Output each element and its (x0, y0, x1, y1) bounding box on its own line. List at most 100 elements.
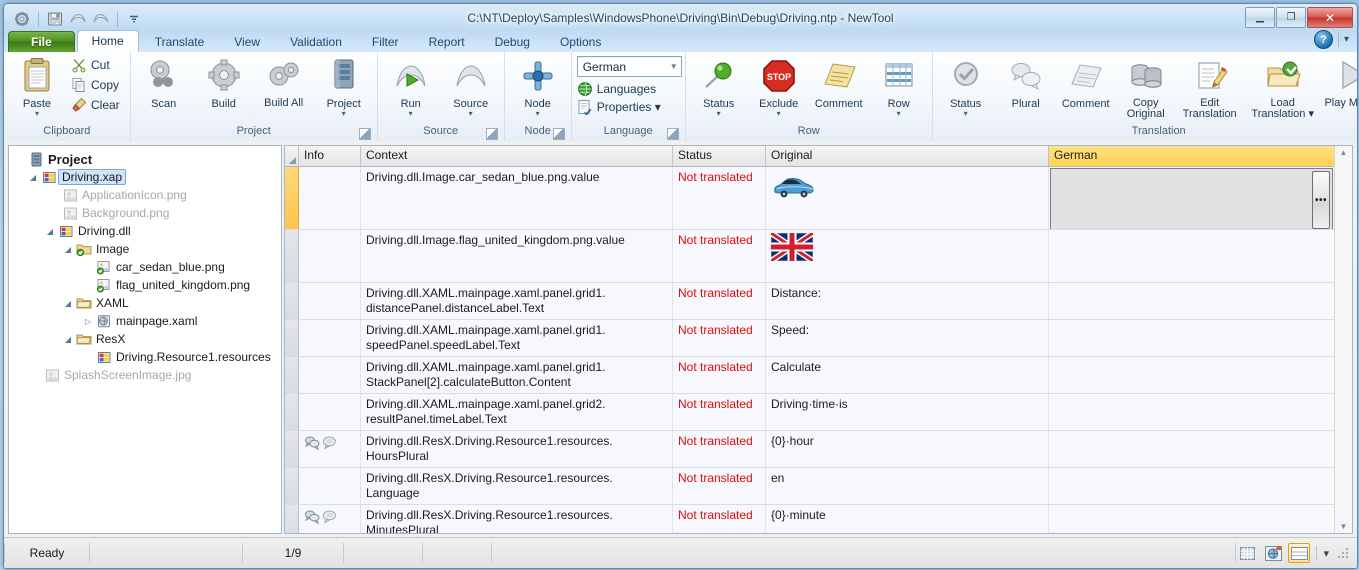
row-selector[interactable] (285, 468, 299, 504)
minimize-button[interactable]: ▁ (1245, 7, 1275, 28)
tree-node-project[interactable]: Project (13, 150, 281, 168)
close-button[interactable]: ✕ (1307, 7, 1353, 28)
grid-vertical-scrollbar[interactable]: ▲ ▼ (1334, 146, 1352, 533)
tree-node-background[interactable]: Background.png (13, 204, 281, 222)
row-german-cell[interactable] (1049, 431, 1334, 467)
row-german-cell[interactable]: ••• (1049, 167, 1334, 229)
german-edit-cell[interactable]: ••• (1050, 168, 1333, 229)
row-german-cell[interactable] (1049, 468, 1334, 504)
column-header-status[interactable]: Status (673, 146, 766, 166)
redo-icon[interactable] (91, 9, 111, 29)
column-header-info[interactable]: Info (299, 146, 361, 166)
tree-node-image-folder[interactable]: ◢ Image (13, 240, 281, 258)
tab-home[interactable]: Home (76, 30, 139, 52)
row-german-cell[interactable] (1049, 320, 1334, 356)
properties-button[interactable]: Properties ▾ (575, 98, 666, 116)
row-german-cell[interactable] (1049, 283, 1334, 319)
row-selector[interactable] (285, 431, 299, 467)
scan-button[interactable]: Scan (134, 54, 194, 110)
table-row[interactable]: Driving.dll.XAML.mainpage.xaml.panel.gri… (285, 357, 1334, 394)
run-button[interactable]: Run ▾ (381, 54, 441, 118)
open-editor-button[interactable]: ••• (1312, 171, 1330, 229)
translation-status-button[interactable]: Status ▾ (936, 54, 996, 118)
tab-report[interactable]: Report (415, 32, 479, 52)
source-button[interactable]: Source ▾ (441, 54, 501, 118)
row-caret[interactable]: ▾ (897, 110, 901, 118)
grid-select-all-corner[interactable] (285, 146, 299, 166)
source-dialog-launcher[interactable] (485, 128, 498, 140)
row-selector[interactable] (285, 394, 299, 430)
column-header-original[interactable]: Original (766, 146, 1049, 166)
node-dialog-launcher[interactable] (552, 128, 565, 140)
run-caret[interactable]: ▾ (409, 110, 413, 118)
row-german-cell[interactable] (1049, 357, 1334, 393)
paste-caret[interactable]: ▾ (35, 110, 39, 118)
undo-icon[interactable] (68, 9, 88, 29)
web-view-button[interactable] (1262, 543, 1284, 563)
row-comment-button[interactable]: Comment (809, 54, 869, 110)
app-menu-icon[interactable] (12, 9, 32, 29)
project-dialog-launcher[interactable] (358, 128, 371, 140)
build-all-button[interactable]: Build All (254, 54, 314, 109)
row-selector[interactable] (285, 320, 299, 356)
paste-button[interactable]: Paste ▾ (7, 54, 67, 118)
table-row[interactable]: Driving.dll.XAML.mainpage.xaml.panel.gri… (285, 394, 1334, 431)
tab-debug[interactable]: Debug (481, 32, 544, 52)
tree-node-flag-uk[interactable]: flag_united_kingdom.png (13, 276, 281, 294)
table-row[interactable]: Driving.dll.ResX.Driving.Resource1.resou… (285, 505, 1334, 533)
language-combo[interactable]: German ▼ (576, 56, 682, 77)
table-row[interactable]: Driving.dll.Image.car_sedan_blue.png.val… (285, 167, 1334, 230)
row-german-cell[interactable] (1049, 505, 1334, 533)
column-header-german[interactable]: German (1049, 146, 1334, 166)
tree-node-car-sedan[interactable]: car_sedan_blue.png (13, 258, 281, 276)
table-row[interactable]: Driving.dll.ResX.Driving.Resource1.resou… (285, 468, 1334, 505)
row-status-button[interactable]: Status ▾ (689, 54, 749, 118)
source-caret[interactable]: ▾ (469, 110, 473, 118)
row-selector[interactable] (285, 230, 299, 282)
row-button[interactable]: Row ▾ (869, 54, 929, 118)
resize-grip[interactable] (1337, 547, 1349, 559)
tree-node-driving-dll[interactable]: ◢ Driving.dll (13, 222, 281, 240)
tree-node-resources[interactable]: Driving.Resource1.resources (13, 348, 281, 366)
tab-options[interactable]: Options (546, 32, 615, 52)
tree-expander-xaml[interactable]: ◢ (61, 299, 75, 308)
tree-expander-image[interactable]: ◢ (61, 245, 75, 254)
node-caret[interactable]: ▾ (536, 110, 540, 118)
status-overflow-icon[interactable]: ▾ (1323, 547, 1329, 560)
project-button[interactable]: Project ▾ (314, 54, 374, 118)
exclude-caret[interactable]: ▾ (777, 110, 781, 118)
column-header-context[interactable]: Context (361, 146, 673, 166)
restore-button[interactable]: ❐ (1276, 7, 1306, 28)
copy-original-button[interactable]: Copy Original (1116, 54, 1176, 120)
help-icon[interactable]: ? (1313, 30, 1333, 49)
tree-expander-dll[interactable]: ◢ (43, 227, 57, 236)
table-row[interactable]: Driving.dll.XAML.mainpage.xaml.panel.gri… (285, 320, 1334, 357)
row-selector[interactable] (285, 505, 299, 533)
table-row[interactable]: Driving.dll.ResX.Driving.Resource1.resou… (285, 431, 1334, 468)
row-german-cell[interactable] (1049, 394, 1334, 430)
save-icon[interactable] (45, 9, 65, 29)
translation-status-caret[interactable]: ▾ (964, 110, 968, 118)
language-dialog-launcher[interactable] (666, 128, 679, 140)
row-selector[interactable] (285, 283, 299, 319)
tab-validation[interactable]: Validation (276, 32, 356, 52)
project-caret[interactable]: ▾ (342, 110, 346, 118)
row-german-cell[interactable] (1049, 230, 1334, 282)
tree-expander-mainpage[interactable]: ▷ (81, 317, 95, 326)
plural-button[interactable]: Plural (996, 54, 1056, 110)
copy-button[interactable]: Copy (69, 76, 125, 94)
clear-button[interactable]: Clear (69, 96, 125, 114)
languages-button[interactable]: Languages (575, 80, 661, 98)
exclude-button[interactable]: STOP Exclude ▾ (749, 54, 809, 118)
tab-translate[interactable]: Translate (141, 32, 219, 52)
grid-view-button[interactable] (1236, 543, 1258, 563)
tree-node-resx-folder[interactable]: ◢ ResX (13, 330, 281, 348)
cut-button[interactable]: Cut (69, 56, 125, 74)
play-media-button[interactable]: Play Media (1322, 54, 1357, 109)
build-button[interactable]: Build (194, 54, 254, 110)
tree-expander-xap[interactable]: ◢ (26, 173, 40, 182)
tab-file[interactable]: File (8, 31, 75, 52)
tree-node-driving-xap[interactable]: ◢ Driving.xap (13, 168, 281, 186)
tab-view[interactable]: View (220, 32, 274, 52)
node-button[interactable]: Node ▾ (508, 54, 568, 118)
